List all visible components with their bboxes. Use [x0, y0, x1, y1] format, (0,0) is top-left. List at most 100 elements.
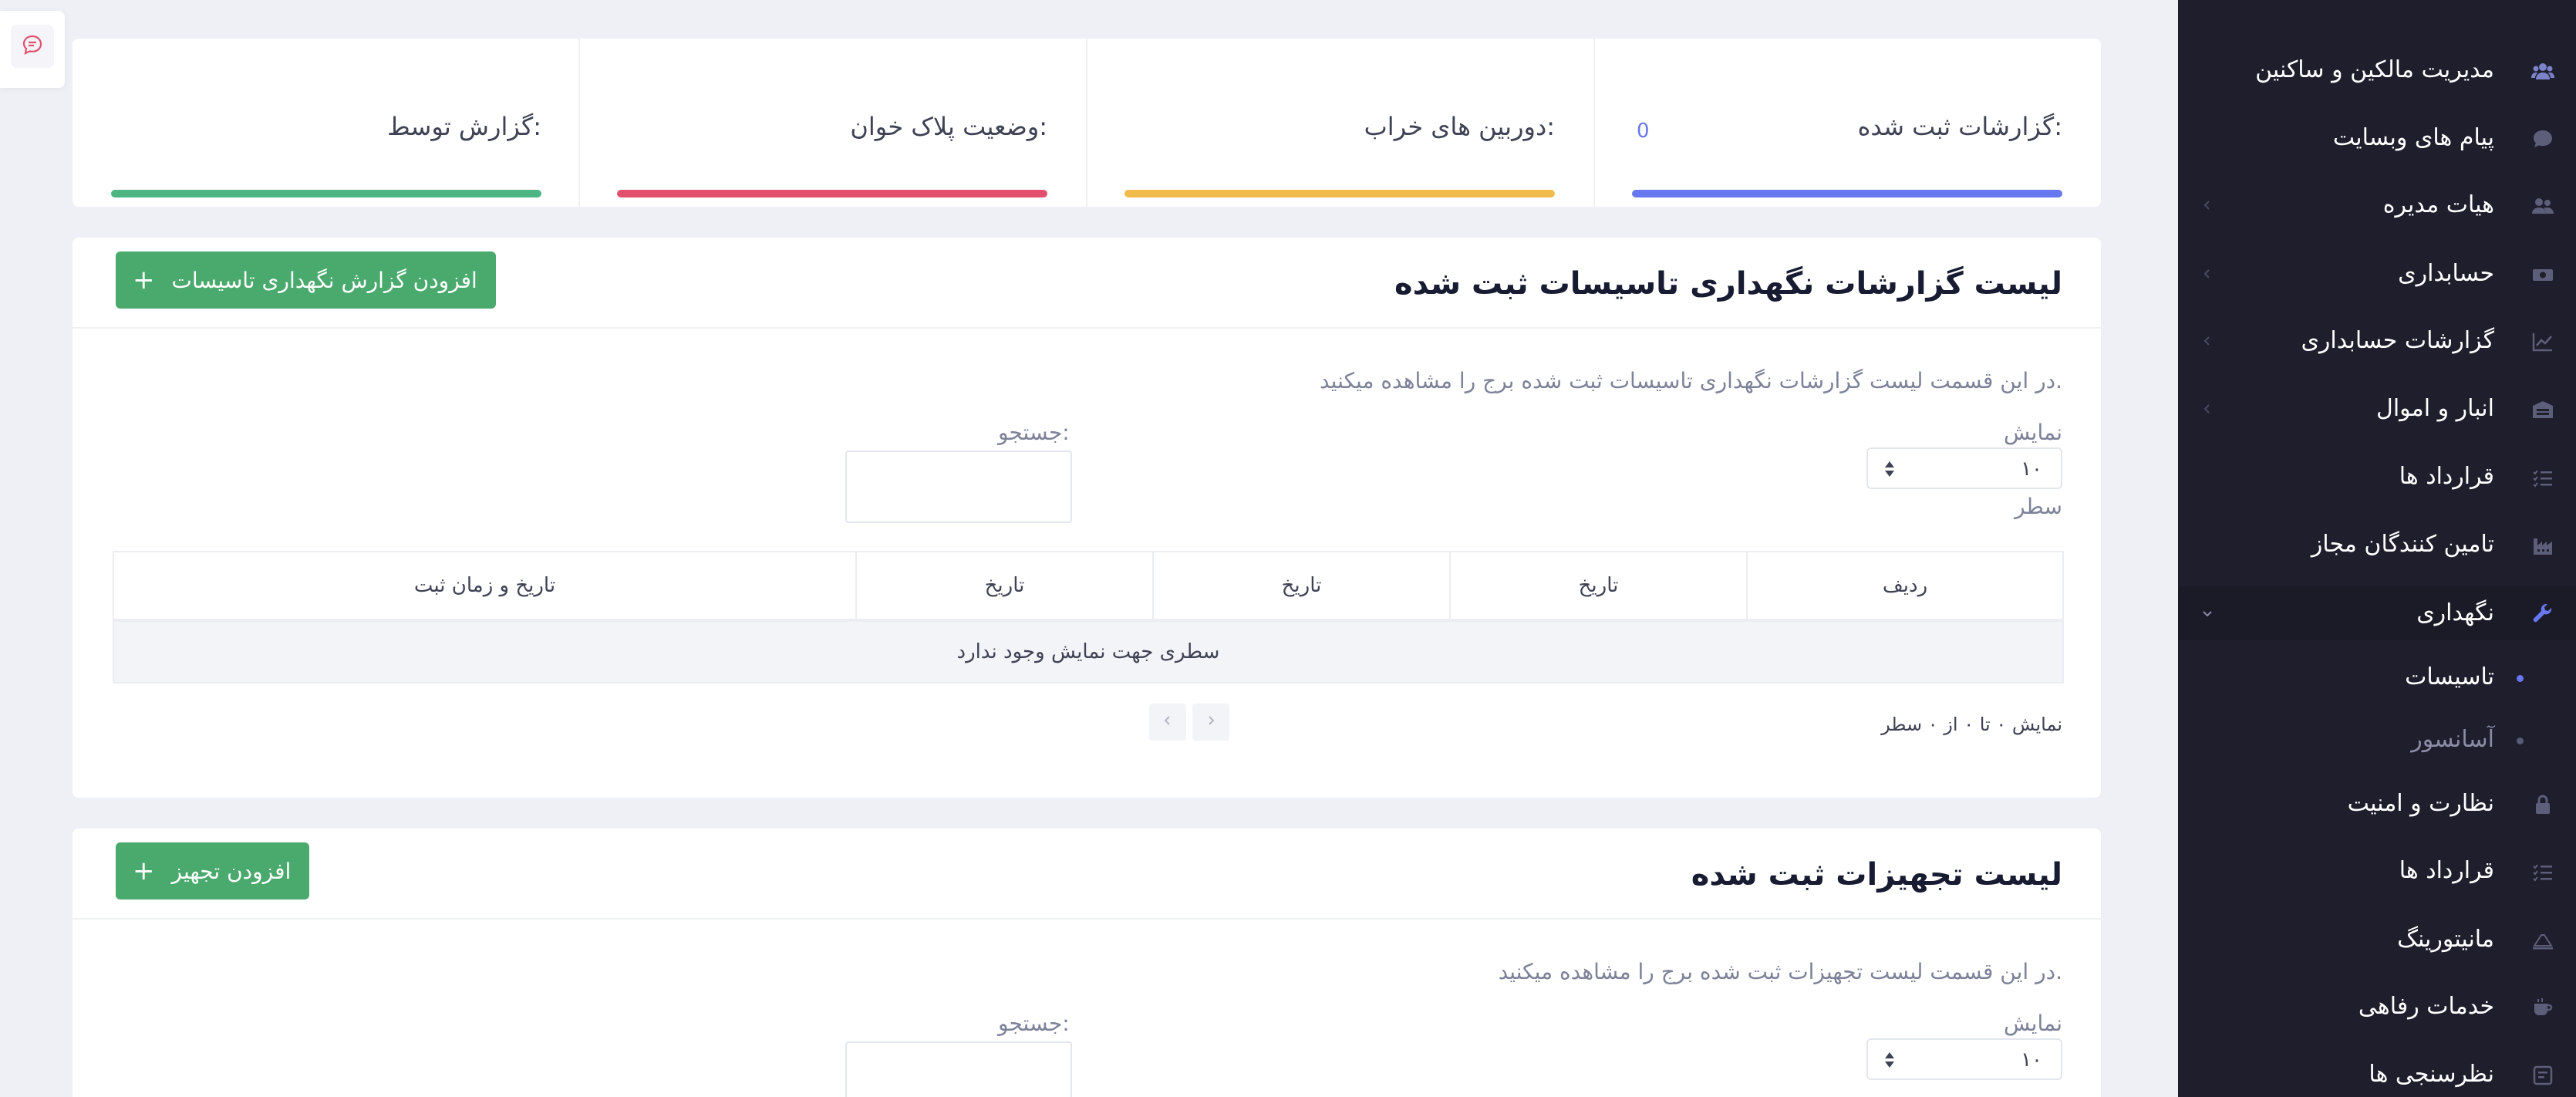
chevron-left-icon	[2197, 263, 2218, 285]
support-chat-widget	[0, 11, 65, 88]
bullet-dot	[2517, 675, 2524, 682]
chat-icon	[21, 33, 44, 59]
page-size-label: نمایش	[2003, 1011, 2062, 1036]
sidebar-subitem-facilities[interactable]: تاسیسات	[2178, 650, 2576, 704]
sidebar-subitem-label: تاسیسات	[2405, 663, 2494, 690]
search-input[interactable]	[845, 451, 1072, 523]
sidebar-item-label: گزارشات حسابداری	[2301, 327, 2494, 354]
chevron-right-icon	[1203, 713, 1219, 731]
pagination-info: نمایش ۰ تا ۰ از ۰ سطر	[1881, 714, 2062, 735]
add-report-button[interactable]: + افزودن گزارش نگهداری تاسیسات	[116, 251, 496, 309]
support-chat-button[interactable]	[11, 25, 54, 68]
page-size-select[interactable]: ۱۰	[1866, 1038, 2062, 1080]
stat-registered-reports: گزارشات ثبت شده: 0	[1593, 39, 2101, 207]
stat-progress-bar	[111, 190, 541, 197]
sidebar-item-monitoring[interactable]: مانیتورینگ	[2178, 913, 2576, 967]
page-size-value: ۱۰	[2021, 457, 2042, 481]
previous-page-button[interactable]	[1192, 704, 1229, 741]
card-header: لیست تجهیزات ثبت شده + افزودن تجهیز	[72, 829, 2101, 920]
money-icon	[2530, 262, 2556, 288]
list-check-icon	[2530, 464, 2556, 491]
monitor-icon	[2530, 927, 2556, 954]
page-size-select[interactable]: ۱۰	[1866, 447, 2062, 489]
sidebar-item-contracts-2[interactable]: قرارداد ها	[2178, 844, 2576, 898]
sidebar-item-label: قرارداد ها	[2399, 857, 2494, 884]
sidebar-item-contracts[interactable]: قرارداد ها	[2178, 450, 2576, 504]
sidebar-item-label: نظرسنجی ها	[2369, 1061, 2494, 1088]
stat-progress-bar	[617, 190, 1047, 197]
page-size-label: نمایش	[2003, 420, 2062, 445]
sidebar-item-warehouse[interactable]: انبار و اموال	[2178, 382, 2576, 436]
stat-value: 0	[1637, 120, 1650, 143]
reports-list-card: لیست گزارشات نگهداری تاسیسات ثبت شده + ا…	[72, 238, 2101, 798]
sort-arrows-icon	[1883, 460, 1896, 478]
column-header[interactable]: تاریخ	[1449, 552, 1746, 619]
empty-table-message: سطری جهت نمایش وجود ندارد	[114, 622, 2062, 682]
sidebar-item-label: قرارداد ها	[2399, 463, 2494, 490]
stat-progress-bar	[1632, 190, 2062, 197]
users-icon	[2530, 58, 2556, 84]
sidebar-item-label: مدیریت مالکین و ساکنین	[2255, 56, 2494, 83]
sidebar-item-label: پیام های وبسایت	[2332, 124, 2494, 151]
sidebar: مدیریت مالکین و ساکنین پیام های وبسایت ه…	[2178, 0, 2576, 1097]
stat-divider	[1593, 39, 1595, 207]
sidebar-item-board[interactable]: هیات مدیره	[2178, 178, 2576, 232]
sidebar-item-accounting[interactable]: حسابداری	[2178, 247, 2576, 301]
sidebar-item-website-messages[interactable]: پیام های وبسایت	[2178, 111, 2576, 165]
add-equipment-button[interactable]: + افزودن تجهیز	[116, 842, 310, 900]
sidebar-item-welfare[interactable]: خدمات رفاهی	[2178, 980, 2576, 1034]
sidebar-item-label: نگهداری	[2416, 599, 2494, 626]
bullet-dot	[2517, 738, 2524, 744]
stat-label: گزارش توسط:	[387, 112, 541, 141]
search-label: جستجو:	[998, 1011, 1070, 1036]
chevron-down-icon	[2197, 603, 2218, 624]
sidebar-item-accounting-reports[interactable]: گزارشات حسابداری	[2178, 314, 2576, 368]
stat-label: دوربین های خراب:	[1364, 112, 1555, 141]
button-label: افزودن تجهیز	[171, 858, 292, 884]
plus-icon: +	[133, 265, 155, 295]
stats-card: گزارشات ثبت شده: 0 دوربین های خراب: وضعی…	[72, 39, 2101, 207]
chart-line-icon	[2530, 329, 2556, 355]
sidebar-item-maintenance[interactable]: نگهداری	[2178, 586, 2576, 640]
poll-icon	[2530, 1062, 2556, 1089]
section-description: در این قسمت لیست تجهیزات ثبت شده برج را …	[1498, 959, 2062, 984]
warehouse-icon	[2530, 397, 2556, 423]
coffee-icon	[2530, 994, 2556, 1021]
equipment-list-card: لیست تجهیزات ثبت شده + افزودن تجهیز در ا…	[72, 829, 2101, 1097]
stat-label: گزارشات ثبت شده:	[1857, 112, 2062, 141]
plus-icon: +	[133, 856, 155, 886]
chevron-left-icon	[2197, 398, 2218, 420]
lock-icon	[2530, 792, 2556, 818]
search-input[interactable]	[845, 1041, 1072, 1097]
sidebar-item-security[interactable]: نظارت و امنیت	[2178, 777, 2576, 831]
sidebar-item-label: مانیتورینگ	[2397, 926, 2494, 953]
sidebar-subitem-label: آسانسور	[2411, 726, 2494, 753]
next-page-button[interactable]	[1149, 704, 1186, 741]
button-label: افزودن گزارش نگهداری تاسیسات	[171, 267, 477, 293]
sidebar-subitem-elevator[interactable]: آسانسور	[2178, 713, 2576, 767]
sidebar-item-polls[interactable]: نظرسنجی ها	[2178, 1048, 2576, 1097]
list-check-icon	[2530, 859, 2556, 885]
chevron-left-icon	[2197, 194, 2218, 216]
column-header[interactable]: ردیف	[1746, 552, 2062, 619]
sidebar-item-label: خدمات رفاهی	[2358, 993, 2494, 1020]
rows-label: سطر	[2015, 494, 2062, 519]
column-header[interactable]: تاریخ	[855, 552, 1152, 619]
sidebar-item-label: حسابداری	[2398, 260, 2494, 287]
column-header[interactable]: تاریخ	[1152, 552, 1449, 619]
section-description: در این قسمت لیست گزارشات نگهداری تاسیسات…	[1319, 368, 2062, 393]
sidebar-item-owners[interactable]: مدیریت مالکین و ساکنین	[2178, 43, 2576, 97]
sidebar-item-suppliers[interactable]: تامین کنندگان مجاز	[2178, 518, 2576, 572]
chat-bubble-icon	[2530, 126, 2556, 152]
sidebar-item-label: انبار و اموال	[2376, 395, 2494, 422]
sort-arrows-icon	[1883, 1051, 1896, 1069]
sidebar-item-label: نظارت و امنیت	[2347, 790, 2494, 817]
stat-divider	[1086, 39, 1087, 207]
card-header: لیست گزارشات نگهداری تاسیسات ثبت شده + ا…	[72, 238, 2101, 329]
section-title: لیست تجهیزات ثبت شده	[1691, 857, 2062, 893]
page-title: لیست گزارشات نگهداری تاسیسات ثبت شده	[1394, 266, 2062, 302]
user-group-icon	[2530, 193, 2556, 219]
table-header: ردیف تاریخ تاریخ تاریخ تاریخ و زمان ثبت	[114, 552, 2062, 622]
stat-label: وضعیت پلاک خوان:	[850, 112, 1047, 141]
column-header[interactable]: تاریخ و زمان ثبت	[114, 552, 855, 619]
